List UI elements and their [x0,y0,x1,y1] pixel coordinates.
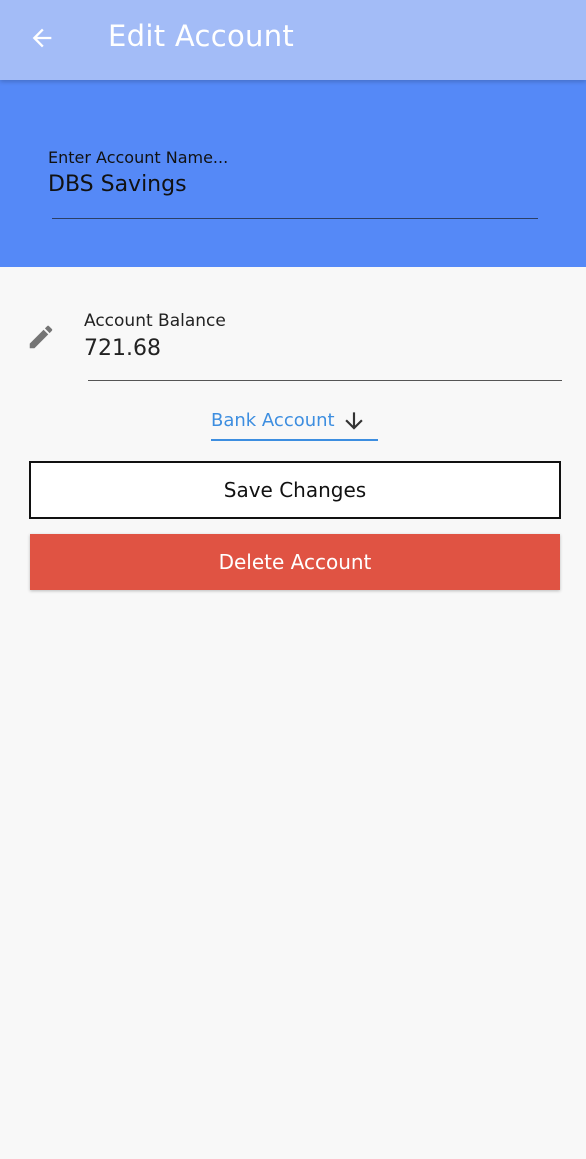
delete-account-button[interactable]: Delete Account [30,534,560,590]
account-balance-input[interactable] [84,336,554,361]
arrow-down-icon [344,411,363,430]
account-balance-label: Account Balance [84,311,226,331]
app-bar: Edit Account [0,0,586,80]
account-name-label: Enter Account Name... [48,148,229,167]
save-changes-button[interactable]: Save Changes [29,461,561,519]
page-title: Edit Account [108,19,295,53]
arrow-left-icon [32,28,52,48]
account-type-label: Bank Account [211,410,335,431]
account-name-input[interactable] [48,172,528,197]
account-name-underline [52,218,538,219]
account-type-dropdown[interactable]: Bank Account [211,402,378,441]
account-name-panel: Enter Account Name... [0,80,586,267]
account-balance-underline [88,380,562,381]
pencil-icon [29,325,53,349]
back-button[interactable] [22,18,62,58]
